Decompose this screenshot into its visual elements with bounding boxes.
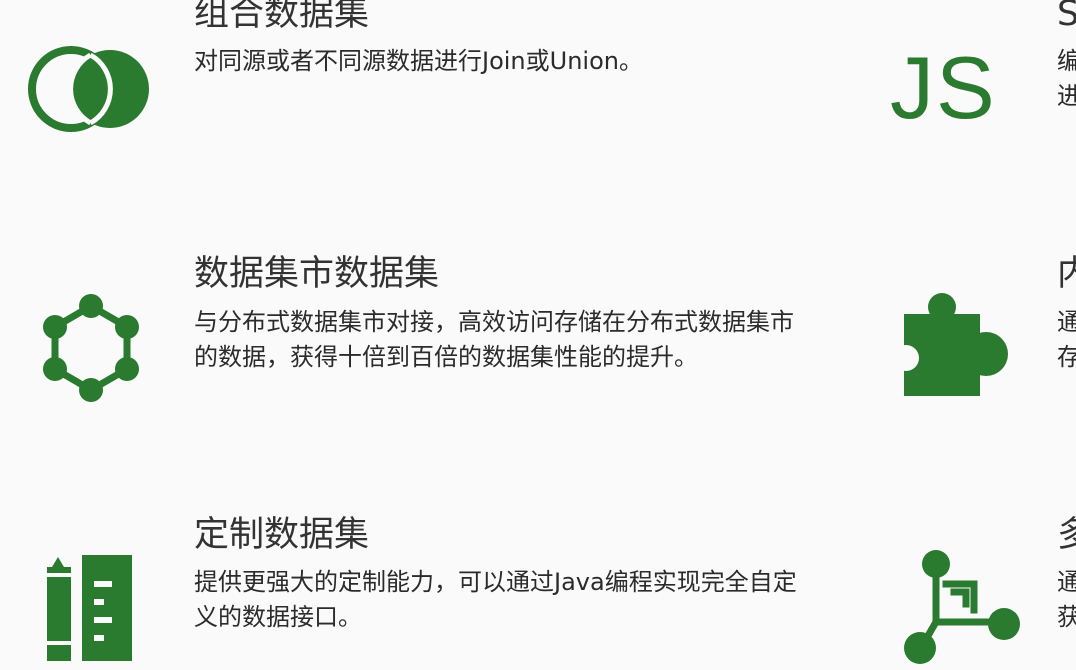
feature-description: 提供更强大的定制能力，可以通过Java编程实现完全自定义的数据接口。	[194, 568, 797, 631]
feature-description: 对同源或者不同源数据进行Join或Union。	[194, 47, 643, 75]
feature-description-line: 获	[1057, 603, 1076, 631]
venn-circles-icon	[28, 46, 149, 132]
feature-title: 定制数据集	[194, 515, 370, 555]
feature-description: 与分布式数据集市对接，高效访问存储在分布式数据集市的数据，获得十倍到百倍的数据集…	[194, 308, 794, 371]
feature-title: S	[1057, 0, 1076, 34]
feature-title: 多	[1057, 515, 1076, 555]
feature-description-line: 存	[1057, 343, 1076, 371]
feature-description-line: 编	[1057, 47, 1076, 75]
feature-title: 组合数据集	[194, 0, 370, 34]
js-icon-text: JS	[890, 38, 997, 137]
feature-title: 数据集市数据集	[194, 254, 440, 294]
puzzle-piece-icon	[900, 293, 1008, 396]
feature-description-line: 进	[1057, 82, 1076, 110]
ruler-pen-icon	[47, 555, 132, 661]
js-icon: JS	[890, 40, 1010, 136]
feature-description-line: 通	[1057, 568, 1076, 596]
feature-page: 组合数据集 对同源或者不同源数据进行Join或Union。 数据集市数据集 与分…	[0, 0, 1076, 670]
hexagon-network-icon	[43, 294, 139, 402]
feature-title: 内	[1057, 254, 1076, 294]
node-graph-icon	[904, 550, 1020, 664]
feature-description-line: 通	[1057, 308, 1076, 336]
